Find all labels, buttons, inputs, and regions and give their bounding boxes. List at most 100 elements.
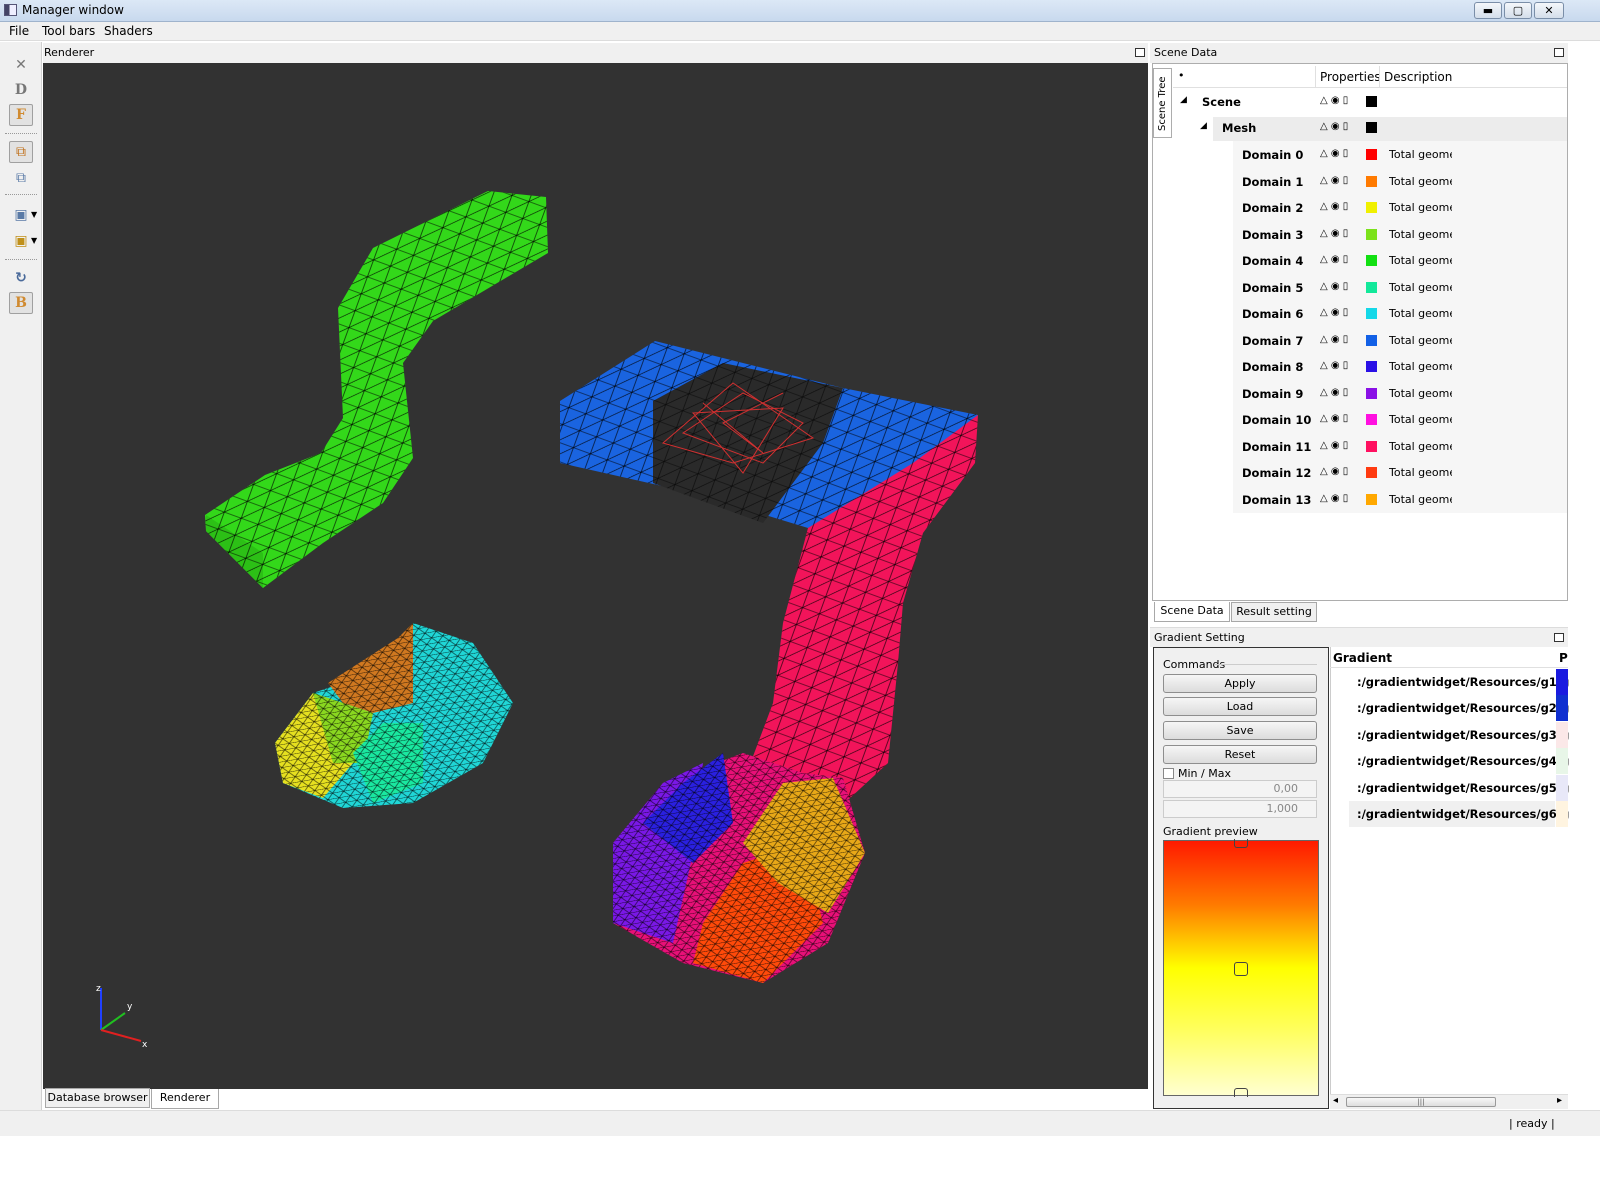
tree-item-domain[interactable]: Domain 8 (1242, 360, 1303, 374)
layers-icon[interactable]: ⧉ (9, 141, 33, 163)
tree-item-domain[interactable]: Domain 3 (1242, 228, 1303, 242)
column-bullet[interactable]: • (1178, 69, 1185, 82)
tree-item-domain[interactable]: Domain 10 (1242, 413, 1311, 427)
domain-properties-icons[interactable]: △ ◉ ▯ (1320, 466, 1348, 477)
scroll-left-icon[interactable]: ◂ (1333, 1095, 1338, 1106)
scroll-thumb[interactable]: ||| (1346, 1097, 1496, 1107)
chevron-down-icon[interactable]: ▼ (31, 236, 37, 245)
render-viewport[interactable]: z y x (43, 63, 1148, 1089)
gradient-item[interactable]: :/gradientwidget/Resources/g3.g (1357, 728, 1569, 742)
tree-item-domain[interactable]: Domain 7 (1242, 334, 1303, 348)
tree-item-domain[interactable]: Domain 1 (1242, 175, 1303, 189)
column-properties[interactable]: Properties (1320, 70, 1381, 84)
domain-properties-icons[interactable]: △ ◉ ▯ (1320, 493, 1348, 504)
tab-database-browser[interactable]: Database browser (45, 1088, 150, 1108)
tree-item-domain[interactable]: Domain 9 (1242, 387, 1303, 401)
tree-item-mesh[interactable]: Mesh (1222, 121, 1256, 135)
tab-result-setting[interactable]: Result setting (1231, 602, 1317, 622)
cube-icon[interactable]: ▣ (9, 204, 33, 226)
domain-properties-icons[interactable]: △ ◉ ▯ (1320, 175, 1348, 186)
mesh-properties-icons[interactable]: △ ◉ ▯ (1320, 121, 1348, 132)
f-icon[interactable]: F (9, 104, 33, 126)
b-icon[interactable]: B (9, 292, 33, 314)
tree-item-domain[interactable]: Domain 11 (1242, 440, 1311, 454)
scene-canvas[interactable]: z y x (43, 63, 1148, 1089)
gradient-item[interactable]: :/gradientwidget/Resources/g1.g (1357, 675, 1569, 689)
reset-button[interactable]: Reset (1163, 745, 1317, 764)
close-icon[interactable]: ✕ (9, 54, 33, 76)
tree-item-domain[interactable]: Domain 6 (1242, 307, 1303, 321)
tree-item-domain[interactable]: Domain 0 (1242, 148, 1303, 162)
domain-color-swatch[interactable] (1366, 228, 1377, 240)
float-icon[interactable] (1554, 48, 1564, 57)
domain-color-swatch[interactable] (1366, 308, 1377, 319)
domain-color-swatch[interactable] (1366, 281, 1377, 293)
scene-color-swatch[interactable] (1366, 96, 1377, 107)
collapse-arrow-icon[interactable]: ◢ (1180, 95, 1187, 105)
gradient-item[interactable]: :/gradientwidget/Resources/g2.g (1357, 701, 1569, 715)
preview-column-header-cut[interactable]: P (1559, 651, 1568, 665)
max-value-spinbox[interactable]: 1,000 (1163, 800, 1317, 818)
tree-item-domain[interactable]: Domain 5 (1242, 281, 1303, 295)
mesh-color-swatch[interactable] (1366, 122, 1377, 133)
horizontal-scrollbar[interactable]: ◂ ||| ▸ (1330, 1094, 1568, 1109)
domain-properties-icons[interactable]: △ ◉ ▯ (1320, 281, 1348, 292)
collapse-arrow-icon[interactable]: ◢ (1200, 121, 1207, 131)
domain-properties-icons[interactable]: △ ◉ ▯ (1320, 334, 1348, 345)
domain-properties-icons[interactable]: △ ◉ ▯ (1320, 254, 1348, 265)
layers-alt-icon[interactable]: ⧉ (9, 167, 33, 189)
cube-alt-icon[interactable]: ▣ (9, 230, 33, 252)
gradient-stop-middle[interactable] (1234, 962, 1248, 976)
load-button[interactable]: Load (1163, 697, 1317, 716)
domain-properties-icons[interactable]: △ ◉ ▯ (1320, 148, 1348, 159)
chevron-down-icon[interactable]: ▼ (31, 210, 37, 219)
domain-color-swatch[interactable] (1366, 334, 1377, 346)
tree-item-scene[interactable]: Scene (1202, 95, 1241, 109)
gradient-item[interactable]: :/gradientwidget/Resources/g6.g (1357, 807, 1569, 821)
tree-item-domain[interactable]: Domain 13 (1242, 493, 1311, 507)
domain-color-swatch[interactable] (1366, 414, 1377, 425)
save-button[interactable]: Save (1163, 721, 1317, 740)
min-value-spinbox[interactable]: 0,00 (1163, 780, 1317, 798)
minmax-checkbox[interactable] (1163, 768, 1174, 779)
gradient-preview[interactable] (1163, 839, 1319, 1097)
scene-properties-icons[interactable]: △ ◉ ▯ (1320, 95, 1348, 106)
domain-properties-icons[interactable]: △ ◉ ▯ (1320, 413, 1348, 424)
domain-color-swatch[interactable] (1366, 387, 1377, 399)
domain-properties-icons[interactable]: △ ◉ ▯ (1320, 201, 1348, 212)
domain-color-swatch[interactable] (1366, 202, 1377, 213)
scene-tree-vertical-tab[interactable]: Scene Tree (1153, 68, 1172, 138)
gradient-column-header[interactable]: Gradient (1333, 651, 1392, 665)
domain-properties-icons[interactable]: △ ◉ ▯ (1320, 440, 1348, 451)
apply-button[interactable]: Apply (1163, 674, 1317, 693)
column-description[interactable]: Description (1384, 70, 1452, 84)
scroll-right-icon[interactable]: ▸ (1557, 1095, 1562, 1106)
minimize-button[interactable]: ▬ (1474, 2, 1502, 19)
menu-file[interactable]: File (9, 24, 29, 38)
domain-color-swatch[interactable] (1366, 255, 1377, 266)
tree-item-domain[interactable]: Domain 2 (1242, 201, 1303, 215)
refresh-icon[interactable]: ↻ (9, 267, 33, 289)
float-icon[interactable] (1135, 48, 1145, 57)
float-icon[interactable] (1554, 633, 1564, 642)
close-button[interactable]: ✕ (1534, 2, 1564, 19)
gradient-item[interactable]: :/gradientwidget/Resources/g4.g (1357, 754, 1569, 768)
gradient-stop-top[interactable] (1234, 839, 1248, 848)
menu-shaders[interactable]: Shaders (104, 24, 153, 38)
tree-item-domain[interactable]: Domain 12 (1242, 466, 1311, 480)
domain-color-swatch[interactable] (1366, 440, 1377, 452)
tree-item-domain[interactable]: Domain 4 (1242, 254, 1303, 268)
gradient-stop-bottom[interactable] (1234, 1088, 1248, 1097)
domain-color-swatch[interactable] (1366, 149, 1377, 160)
d-icon[interactable]: D (9, 79, 33, 101)
domain-properties-icons[interactable]: △ ◉ ▯ (1320, 228, 1348, 239)
tab-scene-data[interactable]: Scene Data (1154, 602, 1230, 622)
domain-color-swatch[interactable] (1366, 361, 1377, 372)
domain-properties-icons[interactable]: △ ◉ ▯ (1320, 360, 1348, 371)
menu-tool-bars[interactable]: Tool bars (42, 24, 95, 38)
domain-properties-icons[interactable]: △ ◉ ▯ (1320, 387, 1348, 398)
maximize-button[interactable]: ▢ (1504, 2, 1532, 19)
domain-color-swatch[interactable] (1366, 175, 1377, 187)
domain-color-swatch[interactable] (1366, 493, 1377, 505)
gradient-item[interactable]: :/gradientwidget/Resources/g5.g (1357, 781, 1569, 795)
